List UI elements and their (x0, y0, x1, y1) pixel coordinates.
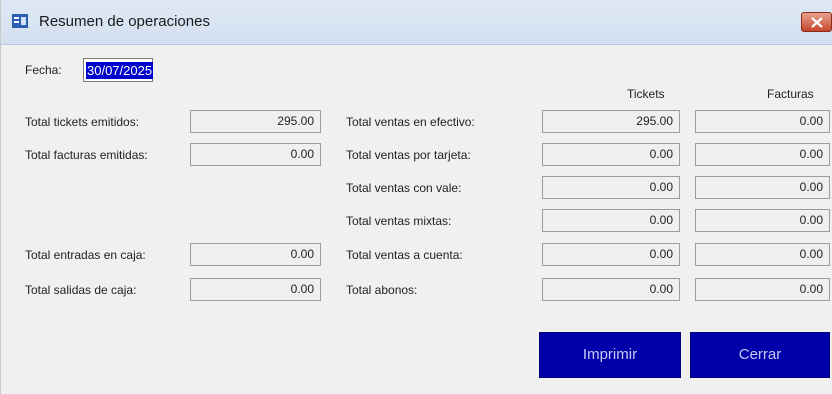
ventas-efectivo-label: Total ventas en efectivo: (346, 115, 475, 129)
ventas-mixtas-tickets-field: 0.00 (542, 209, 680, 232)
ventas-cuenta-tickets-field: 0.00 (542, 243, 680, 266)
ventas-tarjeta-tickets-field: 0.00 (542, 143, 680, 166)
ventas-efectivo-tickets-field: 295.00 (542, 110, 680, 133)
abonos-tickets-field: 0.00 (542, 278, 680, 301)
close-window-button[interactable] (801, 12, 832, 32)
facturas-column-header: Facturas (767, 87, 814, 101)
close-icon (811, 17, 823, 28)
total-facturas-emitidas-label: Total facturas emitidas: (25, 148, 148, 162)
total-entradas-caja-label: Total entradas en caja: (25, 248, 146, 262)
ventas-mixtas-label: Total ventas mixtas: (346, 214, 452, 228)
total-salidas-caja-label: Total salidas de caja: (25, 283, 137, 297)
fecha-label: Fecha: (25, 63, 62, 77)
ventas-tarjeta-facturas-field: 0.00 (695, 143, 830, 166)
ventas-vale-facturas-field: 0.00 (695, 176, 830, 199)
total-tickets-emitidos-label: Total tickets emitidos: (25, 115, 140, 129)
ventas-vale-label: Total ventas con vale: (346, 181, 462, 195)
ventas-cuenta-label: Total ventas a cuenta: (346, 248, 463, 262)
close-button[interactable]: Cerrar (690, 332, 830, 378)
ventas-efectivo-facturas-field: 0.00 (695, 110, 830, 133)
ventas-vale-tickets-field: 0.00 (542, 176, 680, 199)
app-icon (12, 14, 28, 28)
fecha-value: 30/07/2025 (86, 62, 154, 79)
total-entradas-caja-field: 0.00 (190, 243, 321, 266)
total-salidas-caja-field: 0.00 (190, 278, 321, 301)
ventas-cuenta-facturas-field: 0.00 (695, 243, 830, 266)
total-facturas-emitidas-field: 0.00 (190, 143, 321, 166)
abonos-facturas-field: 0.00 (695, 278, 830, 301)
total-tickets-emitidos-field: 295.00 (190, 110, 321, 133)
tickets-column-header: Tickets (627, 87, 665, 101)
summary-dialog: Resumen de operaciones Fecha: 30/07/2025… (0, 0, 832, 394)
fecha-field[interactable]: 30/07/2025 (83, 58, 154, 82)
window-title: Resumen de operaciones (39, 13, 210, 30)
ventas-tarjeta-label: Total ventas por tarjeta: (346, 148, 471, 162)
abonos-label: Total abonos: (346, 283, 418, 297)
print-button[interactable]: Imprimir (539, 332, 681, 378)
title-bar: Resumen de operaciones (1, 0, 832, 45)
ventas-mixtas-facturas-field: 0.00 (695, 209, 830, 232)
